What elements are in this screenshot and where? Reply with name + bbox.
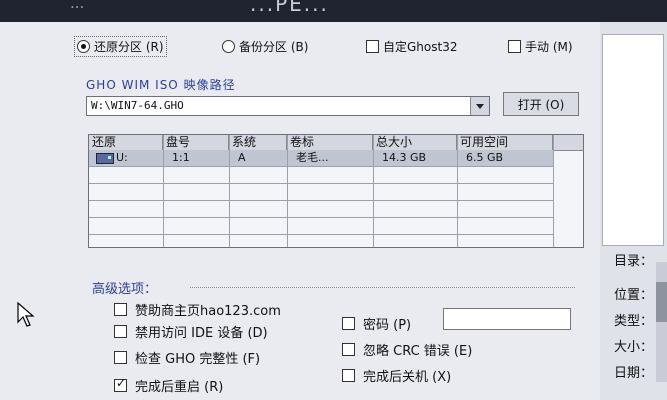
title-bar: ... ...PE... [0,0,667,22]
col-header-disk[interactable]: 盘号 [163,135,229,150]
check-gho-label: 检查 GHO 完整性 (F) [135,352,261,367]
partition-table[interactable]: 还原 盘号 系统 卷标 总大小 可用空间 U: 1:1 A 老毛... 14.3… [88,134,584,248]
image-path-label: GHO WIM ISO 映像路径 [86,78,236,92]
grid-line [457,135,458,247]
option-ignore-crc[interactable]: 忽略 CRC 错误 (E) [342,340,472,359]
radio-backup-label: 备份分区 (B) [239,39,309,54]
col-header-total[interactable]: 总大小 [373,135,457,150]
info-location-label: 位置： [614,288,654,303]
grid-line [229,135,230,247]
custom-ghost-checkbox[interactable] [366,39,379,53]
radio-backup[interactable]: 备份分区 (B) [222,34,308,58]
col-header-free[interactable]: 可用空间 [457,135,553,150]
advanced-options-divider [190,287,575,289]
image-path-combobox[interactable]: W:\WIN7-64.GHO [86,96,490,116]
manual-checkbox[interactable] [508,39,521,53]
radio-backup-indicator[interactable] [222,39,235,53]
cell-system: A [238,151,246,164]
manual-label: 手动 (M) [525,39,573,54]
grid-line [89,234,553,235]
radio-restore[interactable]: 还原分区 (R) [74,34,167,58]
checkbox-custom-ghost[interactable]: 自定Ghost32 [366,34,457,58]
grid-line [287,135,288,247]
check-gho-checkbox[interactable] [114,351,127,364]
cell-free: 6.5 GB [466,151,504,164]
advanced-options-title: 高级选项： [92,282,158,297]
table-row[interactable]: U: 1:1 A 老毛... 14.3 GB 6.5 GB [89,150,553,166]
col-header-system[interactable]: 系统 [229,135,287,150]
reboot-after-checkbox[interactable] [114,376,127,392]
open-button[interactable]: 打开 (O) [503,92,579,116]
info-preview-box [602,34,664,246]
drive-icon [96,152,114,164]
grid-line [89,200,553,201]
option-reboot-after[interactable]: 完成后重启 (R) [114,376,223,395]
col-header-label[interactable]: 卷标 [287,135,373,150]
grid-line [89,217,553,218]
option-password[interactable]: 密码 (P) [342,314,411,333]
option-sponsor[interactable]: 赞助商主页hao123.com [114,300,281,319]
ignore-crc-checkbox[interactable] [342,343,355,356]
cell-total: 14.3 GB [382,151,427,164]
sponsor-checkbox[interactable] [114,303,127,316]
ignore-crc-label: 忽略 CRC 错误 (E) [363,344,473,359]
info-dir-label: 目录： [614,254,654,269]
sponsor-label: 赞助商主页hao123.com [135,304,281,319]
shutdown-after-checkbox[interactable] [342,369,355,382]
image-path-value: W:\WIN7-64.GHO [91,99,184,112]
cell-label: 老毛... [296,151,329,164]
cell-drive: U: [93,150,163,166]
radio-restore-indicator[interactable] [77,39,90,53]
grid-line [163,135,164,247]
info-scrollbar[interactable] [656,262,667,382]
grid-line [373,135,374,247]
grid-line [89,166,553,167]
custom-ghost-label: 自定Ghost32 [383,39,458,54]
info-type-label: 类型： [614,314,654,329]
password-checkbox[interactable] [342,317,355,330]
option-check-gho[interactable]: 检查 GHO 完整性 (F) [114,348,260,367]
info-date-label: 日期： [614,366,654,381]
password-label: 密码 (P) [363,318,412,333]
shutdown-after-label: 完成后关机 (X) [363,370,452,385]
info-size-label: 大小： [614,340,654,355]
radio-restore-label: 还原分区 (R) [94,39,164,54]
disable-ide-checkbox[interactable] [114,325,127,338]
option-disable-ide[interactable]: 禁用访问 IDE 设备 (D) [114,322,268,341]
reboot-after-label: 完成后重启 (R) [135,380,224,395]
grid-line [89,183,553,184]
col-header-restore[interactable]: 还原 [89,135,163,150]
cell-drive-text: U: [116,151,128,164]
disable-ide-label: 禁用访问 IDE 设备 (D) [135,326,268,341]
title-left-text: ... [70,0,85,12]
grid-line [553,135,554,247]
title-main-text: ...PE... [250,0,329,16]
checkbox-manual[interactable]: 手动 (M) [508,34,573,58]
option-shutdown-after[interactable]: 完成后关机 (X) [342,366,451,385]
cell-disk: 1:1 [172,151,190,164]
password-input[interactable] [443,308,571,330]
chevron-down-icon[interactable] [470,97,489,115]
